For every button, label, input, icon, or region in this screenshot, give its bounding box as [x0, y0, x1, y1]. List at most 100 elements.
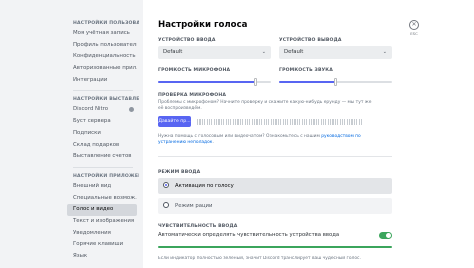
- voice-settings-panel: Настройки голоса УСТРОЙСТВО ВВОДА УСТРОЙ…: [143, 0, 474, 268]
- meter-segment: [349, 119, 351, 125]
- sidebar-divider: [73, 90, 133, 92]
- sidebar-item-subscriptions[interactable]: Подписки: [67, 128, 137, 140]
- meter-segment: [218, 119, 220, 125]
- sidebar-item-gift-inventory[interactable]: Склад подарков: [67, 140, 137, 152]
- meter-segment: [332, 119, 334, 125]
- output-volume-fill: [279, 81, 336, 83]
- meter-segment: [225, 119, 227, 125]
- sidebar-item-billing[interactable]: Выставление счетов: [67, 151, 137, 163]
- sidebar-item-authorized-apps[interactable]: Авторизованные прил...: [67, 63, 137, 75]
- meter-segment: [232, 119, 234, 125]
- sidebar-item-accessibility[interactable]: Специальные возмож...: [67, 193, 137, 205]
- meter-segment: [235, 119, 237, 125]
- mic-volume-handle[interactable]: [253, 78, 257, 86]
- meter-segment: [220, 119, 222, 125]
- meter-segment: [315, 119, 317, 125]
- output-device-label: УСТРОЙСТВО ВЫВОДА: [279, 38, 342, 43]
- meter-segment: [341, 119, 344, 125]
- meter-segment: [303, 119, 306, 125]
- sidebar-item-integrations[interactable]: Интеграции: [67, 75, 137, 87]
- meter-segment: [256, 119, 258, 125]
- meter-segment: [246, 119, 249, 125]
- input-sensitivity-label: ЧУВСТВИТЕЛЬНОСТЬ ВВОДА: [158, 224, 238, 229]
- meter-segment: [244, 119, 246, 125]
- meter-segment: [299, 119, 301, 125]
- sidebar-item-user-profile[interactable]: Профиль пользователя: [67, 40, 137, 52]
- nitro-icon: [129, 107, 134, 113]
- meter-segment: [258, 119, 260, 125]
- meter-segment: [325, 119, 327, 125]
- input-mode-voice-activity[interactable]: Активация по голосу: [158, 178, 392, 194]
- app-window: НАСТРОЙКИ ПОЛЬЗОВАТЕ... Моя учётная запи…: [0, 0, 474, 268]
- meter-segment: [201, 119, 203, 125]
- meter-segment: [294, 119, 296, 125]
- help-text-suffix: .: [212, 140, 214, 145]
- meter-segment: [301, 119, 303, 125]
- sensitivity-level-bar: [158, 246, 392, 248]
- meter-segment: [296, 119, 298, 125]
- input-mode-push-to-talk[interactable]: Режим рации: [158, 198, 392, 214]
- radio-unselected-icon: [163, 202, 169, 208]
- sidebar-item-language[interactable]: Язык: [67, 251, 137, 263]
- close-settings-button[interactable]: ✕ ESC: [408, 20, 420, 36]
- meter-segment: [280, 119, 282, 125]
- meter-segment: [284, 119, 287, 125]
- meter-segment: [227, 119, 230, 125]
- input-device-select[interactable]: Default ⌄: [158, 46, 271, 59]
- meter-segment: [320, 119, 322, 125]
- meter-segment: [265, 119, 268, 125]
- help-text: Нужна помощь с голосовым или видеочатом?…: [158, 134, 388, 146]
- sensitivity-footer-text: Если индикатор полностью зелёный, значит…: [158, 256, 361, 261]
- meter-segment: [313, 119, 315, 125]
- meter-segment: [239, 119, 241, 125]
- sidebar-item-voice-video[interactable]: Голос и видео: [67, 204, 137, 216]
- mic-volume-slider[interactable]: [158, 78, 271, 86]
- meter-segment: [204, 119, 206, 125]
- page-title: Настройки голоса: [158, 20, 248, 30]
- meter-segment: [356, 119, 358, 125]
- sidebar-item-server-boost[interactable]: Буст сервера: [67, 116, 137, 128]
- mic-test-button[interactable]: Давайте пр...: [158, 116, 191, 127]
- meter-segment: [292, 119, 294, 125]
- meter-segment: [351, 119, 353, 125]
- mic-test-label: ПРОВЕРКА МИКРОФОНА: [158, 93, 227, 98]
- meter-segment: [306, 119, 308, 125]
- auto-sensitivity-text: Автоматически определять чувствительност…: [158, 232, 340, 238]
- meter-segment: [322, 119, 325, 125]
- meter-segment: [344, 119, 346, 125]
- sidebar-item-my-account[interactable]: Моя учётная запись: [67, 28, 137, 40]
- input-mode-option-label: Активация по голосу: [175, 183, 234, 189]
- meter-segment: [199, 119, 201, 125]
- sidebar-item-privacy[interactable]: Конфиденциальность: [67, 51, 137, 63]
- settings-sidebar: НАСТРОЙКИ ПОЛЬЗОВАТЕ... Моя учётная запи…: [0, 0, 143, 268]
- meter-segment: [327, 119, 329, 125]
- input-device-value: Default: [163, 49, 183, 55]
- meter-segment: [263, 119, 265, 125]
- sidebar-item-keybinds[interactable]: Горячие клавиши: [67, 239, 137, 251]
- auto-sensitivity-toggle[interactable]: [379, 232, 392, 239]
- mic-test-description: Проблемы с микрофоном? Начните проверку …: [158, 100, 372, 111]
- sidebar-item-text-images[interactable]: Текст и изображения: [67, 216, 137, 228]
- radio-selected-icon: [163, 182, 169, 188]
- sidebar-item-appearance[interactable]: Внешний вид: [67, 181, 137, 193]
- mic-level-meter: [197, 119, 363, 125]
- mic-volume-fill: [158, 81, 256, 83]
- output-volume-handle[interactable]: [334, 78, 337, 86]
- meter-segment: [289, 119, 291, 125]
- meter-segment: [206, 119, 208, 125]
- meter-segment: [251, 119, 253, 125]
- output-volume-slider[interactable]: [279, 78, 392, 86]
- sidebar-item-notifications[interactable]: Уведомления: [67, 228, 137, 240]
- sidebar-item-nitro[interactable]: Discord Nitro: [67, 104, 137, 116]
- chevron-down-icon: ⌄: [261, 49, 266, 55]
- section-divider: [158, 156, 392, 157]
- input-mode-option-label: Режим рации: [175, 203, 213, 209]
- meter-segment: [308, 119, 310, 125]
- meter-segment: [346, 119, 348, 125]
- meter-segment: [273, 119, 275, 125]
- meter-segment: [242, 119, 244, 125]
- output-device-select[interactable]: Default ⌄: [279, 46, 392, 59]
- meter-segment: [197, 119, 199, 125]
- meter-segment: [287, 119, 289, 125]
- mic-volume-label: ГРОМКОСТЬ МИКРОФОНА: [158, 68, 231, 73]
